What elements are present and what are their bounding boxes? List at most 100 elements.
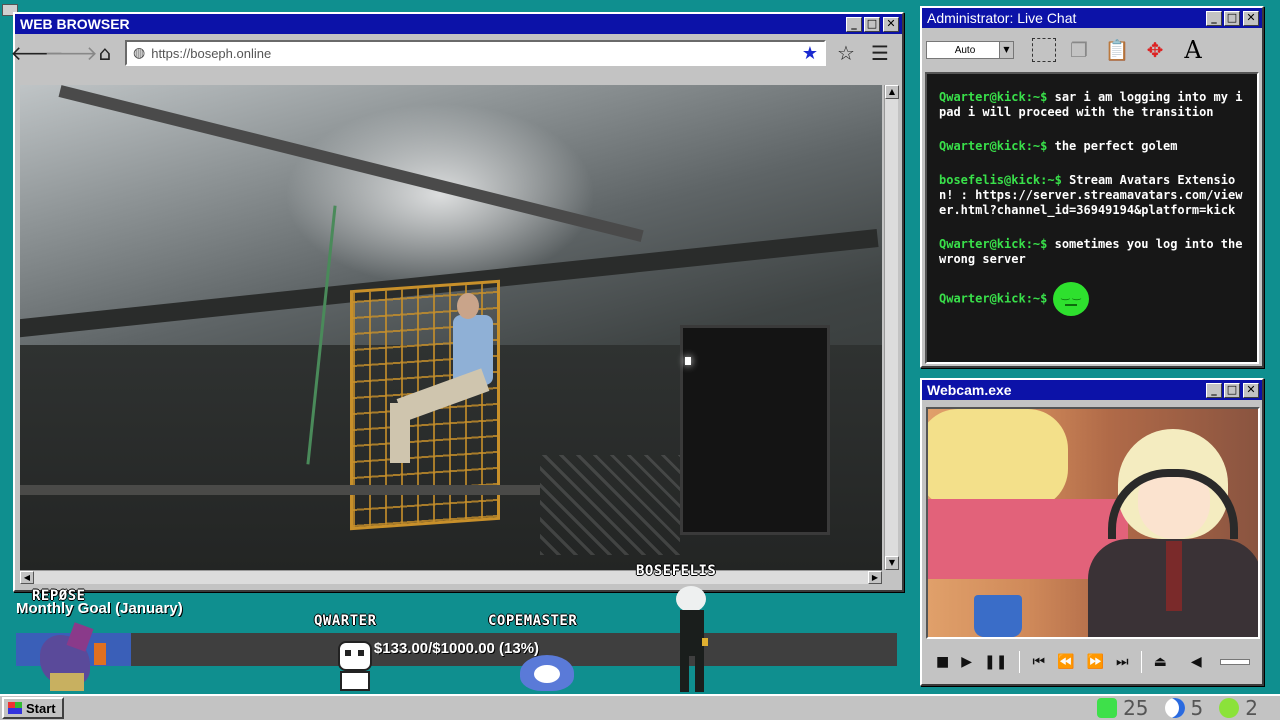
chat-window: Administrator: Live Chat _ □ ✕ Auto ▼ ❐ … <box>920 6 1264 368</box>
divider <box>1140 651 1142 673</box>
qwarter-sprite[interactable] <box>334 641 376 693</box>
start-label: Start <box>26 700 56 716</box>
fast-forward-icon[interactable]: ⏩ <box>1087 654 1104 670</box>
goal-progress-bar: $133.00/$1000.00 (13%) <box>16 633 897 666</box>
select-marquee-icon[interactable] <box>1032 38 1056 62</box>
chat-message: Qwarter@kick:~$ sometimes you log into t… <box>939 237 1247 267</box>
eject-icon[interactable]: ⏏ <box>1154 654 1167 670</box>
divider <box>1019 651 1021 673</box>
bosefelis-sprite[interactable] <box>670 586 714 694</box>
windows-logo-icon <box>8 702 22 714</box>
font-size-value: Auto <box>954 44 976 56</box>
lamp-light <box>685 357 691 365</box>
hamburger-menu-icon[interactable]: ☰ <box>866 40 894 66</box>
browser-window: WEB BROWSER _ □ ✕ 🡐 🡒 ⌂ ◍ https://boseph… <box>10 12 904 592</box>
rewind-icon[interactable]: ⏪ <box>1057 654 1074 670</box>
person-lower-leg <box>390 403 410 463</box>
viewer-count: 2 <box>1245 696 1258 720</box>
stream-video-frame[interactable] <box>20 85 882 570</box>
graffiti <box>540 455 680 555</box>
close-button[interactable]: ✕ <box>883 16 899 32</box>
chat-username[interactable]: bosefelis@kick:~$ <box>939 173 1062 187</box>
browser-titlebar[interactable]: WEB BROWSER _ □ ✕ <box>15 14 902 34</box>
repose-sprite[interactable] <box>30 622 110 693</box>
font-size-select[interactable]: Auto ▼ <box>926 41 1014 59</box>
scroll-up-icon[interactable]: ▲ <box>885 85 899 99</box>
volume-slider[interactable] <box>1219 659 1250 665</box>
floor-pipe <box>20 485 540 495</box>
globe-icon: ◍ <box>133 45 146 61</box>
pillow <box>928 409 1068 509</box>
browser-navbar: 🡐 🡒 ⌂ ◍ https://boseph.online ★ ☆ ☰ <box>10 34 902 72</box>
favorites-star-icon[interactable]: ☆ <box>832 40 860 66</box>
kick-logo-icon[interactable] <box>1097 698 1118 718</box>
font-icon[interactable]: A <box>1178 35 1208 65</box>
avatar-name-qwarter: QWARTER <box>314 613 377 629</box>
green-blob-emote-icon <box>1053 282 1090 316</box>
avatar-name-repose: REPØSE <box>32 588 86 604</box>
chat-message: Qwarter@kick:~$ <box>939 282 1247 316</box>
follower-count: 25 <box>1123 696 1149 720</box>
copy-icon[interactable]: ❐ <box>1064 35 1094 65</box>
address-bar[interactable]: ◍ https://boseph.online ★ <box>125 40 826 66</box>
chat-username[interactable]: Qwarter@kick:~$ <box>939 237 1047 251</box>
avatar-tie <box>1166 541 1182 611</box>
skip-start-icon[interactable]: ⏮ <box>1032 654 1045 670</box>
system-tray: 25 5 2 <box>1097 696 1278 720</box>
url-text[interactable]: https://boseph.online <box>151 46 802 61</box>
chat-message: Qwarter@kick:~$ sar i am logging into my… <box>939 90 1247 120</box>
webcam-title: Webcam.exe <box>927 382 1012 398</box>
skip-end-icon[interactable]: ⏭ <box>1116 654 1129 670</box>
window-opening <box>680 325 830 535</box>
stop-icon[interactable]: ■ <box>936 654 949 670</box>
play-icon[interactable]: ▶ <box>961 654 972 670</box>
avatar-name-copemaster: COPEMASTER <box>488 613 578 629</box>
bookmark-star-icon[interactable]: ★ <box>802 43 818 64</box>
scroll-left-icon[interactable]: ◀ <box>20 571 34 584</box>
minimize-button[interactable]: _ <box>1206 382 1222 398</box>
media-controls: ■ ▶ ❚❚ ⏮ ⏪ ⏩ ⏭ ⏏ ◀ <box>926 644 1260 680</box>
chat-titlebar[interactable]: Administrator: Live Chat _ □ ✕ <box>922 8 1262 28</box>
webcam-view[interactable] <box>926 407 1260 639</box>
pause-icon[interactable]: ❚❚ <box>984 654 1007 670</box>
skylight-beams <box>58 85 644 242</box>
chat-message: bosefelis@kick:~$ Stream Avatars Extensi… <box>939 173 1247 218</box>
chat-text: the perfect golem <box>1054 139 1178 153</box>
chat-message: Qwarter@kick:~$ the perfect golem <box>939 139 1247 154</box>
start-button[interactable]: Start <box>2 697 64 719</box>
webcam-window: Webcam.exe _ □ ✕ ■ ▶ ❚❚ ⏮ ⏪ ⏩ ⏭ ⏏ ◀ <box>920 378 1264 686</box>
copemaster-sprite[interactable] <box>520 655 574 693</box>
maximize-button[interactable]: □ <box>864 16 880 32</box>
moon-icon[interactable] <box>1164 698 1185 718</box>
chevron-down-icon[interactable]: ▼ <box>999 42 1013 58</box>
horizontal-scrollbar[interactable]: ◀ ▶ <box>20 570 882 584</box>
minimize-button[interactable]: _ <box>1206 10 1222 26</box>
volume-icon[interactable]: ◀ <box>1191 654 1202 670</box>
scroll-down-icon[interactable]: ▼ <box>885 556 899 570</box>
paste-icon[interactable]: 📋 <box>1102 35 1132 65</box>
chat-username[interactable]: Qwarter@kick:~$ <box>939 90 1047 104</box>
close-button[interactable]: ✕ <box>1243 382 1259 398</box>
vertical-scrollbar[interactable]: ▲ ▼ <box>884 85 899 570</box>
chat-username[interactable]: Qwarter@kick:~$ <box>939 292 1047 306</box>
chat-title: Administrator: Live Chat <box>927 10 1077 26</box>
chat-username[interactable]: Qwarter@kick:~$ <box>939 139 1047 153</box>
scroll-right-icon[interactable]: ▶ <box>868 571 882 584</box>
chat-log[interactable]: Qwarter@kick:~$ sar i am logging into my… <box>925 72 1259 364</box>
maximize-button[interactable]: □ <box>1224 382 1240 398</box>
close-button[interactable]: ✕ <box>1243 10 1259 26</box>
chat-toolbar: Auto ▼ ❐ 📋 ✥ A <box>922 28 1262 72</box>
webcam-titlebar[interactable]: Webcam.exe _ □ ✕ <box>922 380 1262 400</box>
maximize-button[interactable]: □ <box>1224 10 1240 26</box>
avatar-name-bosefelis: BOSEFELIS <box>636 563 717 579</box>
move-icon[interactable]: ✥ <box>1140 35 1170 65</box>
person-head <box>457 293 479 319</box>
sub-count: 5 <box>1190 696 1204 720</box>
home-icon[interactable]: ⌂ <box>91 40 119 66</box>
forward-arrow-icon[interactable]: 🡒 <box>44 40 98 66</box>
play-circle-icon[interactable] <box>1219 698 1240 718</box>
browser-title: WEB BROWSER <box>20 16 130 32</box>
goal-progress-text: $133.00/$1000.00 (13%) <box>373 640 540 657</box>
minimize-button[interactable]: _ <box>846 16 862 32</box>
blue-mug <box>974 595 1022 637</box>
